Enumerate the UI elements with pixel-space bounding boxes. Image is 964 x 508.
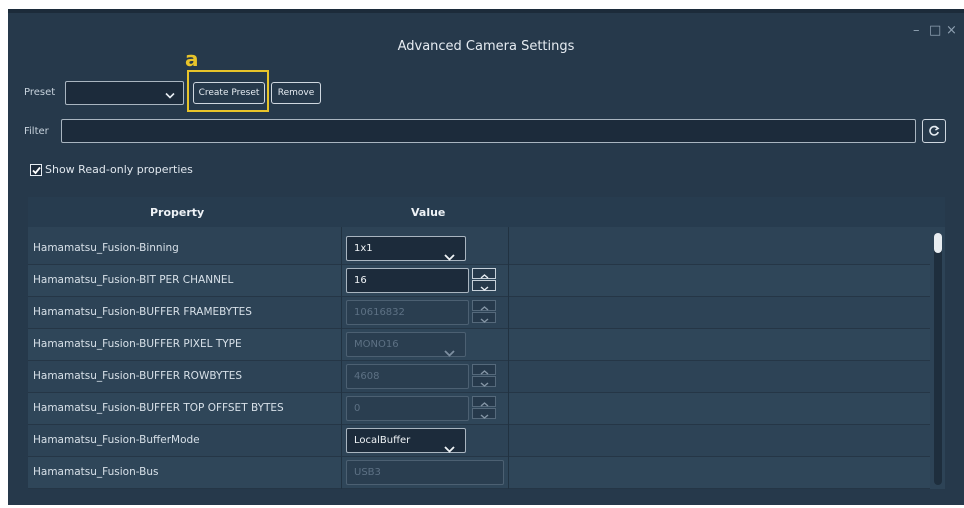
table-header: Property Value: [28, 197, 945, 227]
spin-down-button[interactable]: [472, 312, 496, 323]
vertical-scrollbar-thumb[interactable]: [934, 233, 942, 253]
property-name: Hamamatsu_Fusion-Binning: [33, 242, 179, 254]
buffer-framebytes-value: 10616832: [354, 307, 405, 318]
property-column-header: Property: [150, 206, 205, 219]
buffer-pixel-type-dropdown[interactable]: MONO16: [346, 332, 466, 357]
bus-input[interactable]: USB3: [346, 460, 504, 485]
property-name: Hamamatsu_Fusion-BUFFER TOP OFFSET BYTES: [33, 402, 284, 414]
column-divider: [508, 227, 509, 489]
property-name: Hamamatsu_Fusion-BUFFER PIXEL TYPE: [33, 338, 242, 350]
filter-input[interactable]: [61, 119, 916, 143]
buffer-pixel-type-value: MONO16: [354, 339, 399, 350]
buffer-framebytes-input[interactable]: 10616832: [346, 300, 469, 325]
chevron-down-icon: [480, 308, 489, 327]
buffer-rowbytes-value: 4608: [354, 371, 380, 382]
annotation-label: a: [185, 47, 199, 71]
binning-dropdown[interactable]: 1x1: [346, 236, 466, 261]
show-readonly-label: Show Read-only properties: [45, 163, 193, 176]
table-row[interactable]: Hamamatsu_Fusion-BUFFER TOP OFFSET BYTES…: [28, 393, 930, 425]
binning-value: 1x1: [354, 243, 373, 254]
window-top-strip: [8, 9, 964, 13]
properties-table: Property Value Hamamatsu_Fusion-Binning …: [28, 197, 945, 489]
chevron-down-icon: [444, 342, 455, 361]
minimize-button[interactable]: –: [913, 23, 920, 38]
table-row[interactable]: Hamamatsu_Fusion-BUFFER FRAMEBYTES 10616…: [28, 297, 930, 329]
filter-label: Filter: [24, 126, 49, 137]
bit-per-channel-input[interactable]: 16: [346, 268, 469, 293]
window-title: Advanced Camera Settings: [397, 39, 575, 54]
buffer-top-offset-input[interactable]: 0: [346, 396, 469, 421]
table-row[interactable]: Hamamatsu_Fusion-BUFFER ROWBYTES 4608: [28, 361, 930, 393]
preset-dropdown[interactable]: [65, 81, 184, 105]
buffer-mode-dropdown[interactable]: LocalBuffer: [346, 428, 466, 453]
chevron-down-icon: [480, 372, 489, 391]
preset-label: Preset: [24, 87, 56, 98]
value-column-header: Value: [411, 206, 446, 219]
chevron-down-icon: [165, 84, 175, 103]
spin-down-button[interactable]: [472, 408, 496, 419]
show-readonly-checkbox[interactable]: [30, 164, 42, 176]
chevron-down-icon: [444, 246, 455, 265]
buffer-top-offset-value: 0: [354, 403, 361, 414]
spin-down-button[interactable]: [472, 280, 496, 291]
property-name: Hamamatsu_Fusion-Bus: [33, 466, 159, 478]
buffer-mode-value: LocalBuffer: [354, 435, 411, 446]
refresh-icon: [928, 122, 940, 141]
property-name: Hamamatsu_Fusion-BufferMode: [33, 434, 200, 446]
chevron-down-icon: [444, 438, 455, 457]
property-name: Hamamatsu_Fusion-BUFFER ROWBYTES: [33, 370, 243, 382]
buffer-rowbytes-input[interactable]: 4608: [346, 364, 469, 389]
close-button[interactable]: ×: [946, 23, 957, 38]
create-preset-button[interactable]: Create Preset: [193, 82, 265, 104]
refresh-button[interactable]: [922, 119, 946, 143]
remove-button[interactable]: Remove: [271, 82, 321, 104]
table-row[interactable]: Hamamatsu_Fusion-BUFFER PIXEL TYPE MONO1…: [28, 329, 930, 361]
table-row[interactable]: Hamamatsu_Fusion-BufferMode LocalBuffer: [28, 425, 930, 457]
bit-per-channel-value: 16: [354, 275, 367, 286]
vertical-scrollbar-track[interactable]: [934, 233, 942, 485]
table-row[interactable]: Hamamatsu_Fusion-Bus USB3: [28, 457, 930, 489]
chevron-down-icon: [480, 276, 489, 295]
property-name: Hamamatsu_Fusion-BUFFER FRAMEBYTES: [33, 306, 252, 318]
property-name: Hamamatsu_Fusion-BIT PER CHANNEL: [33, 274, 234, 286]
column-divider: [341, 227, 342, 489]
advanced-camera-settings-window: Advanced Camera Settings – □ × a Preset …: [8, 9, 964, 505]
table-row[interactable]: Hamamatsu_Fusion-BIT PER CHANNEL 16: [28, 265, 930, 297]
spin-down-button[interactable]: [472, 376, 496, 387]
bus-value: USB3: [354, 467, 381, 478]
maximize-button[interactable]: □: [929, 23, 941, 38]
chevron-down-icon: [480, 404, 489, 423]
table-row[interactable]: Hamamatsu_Fusion-Binning 1x1: [28, 233, 930, 265]
